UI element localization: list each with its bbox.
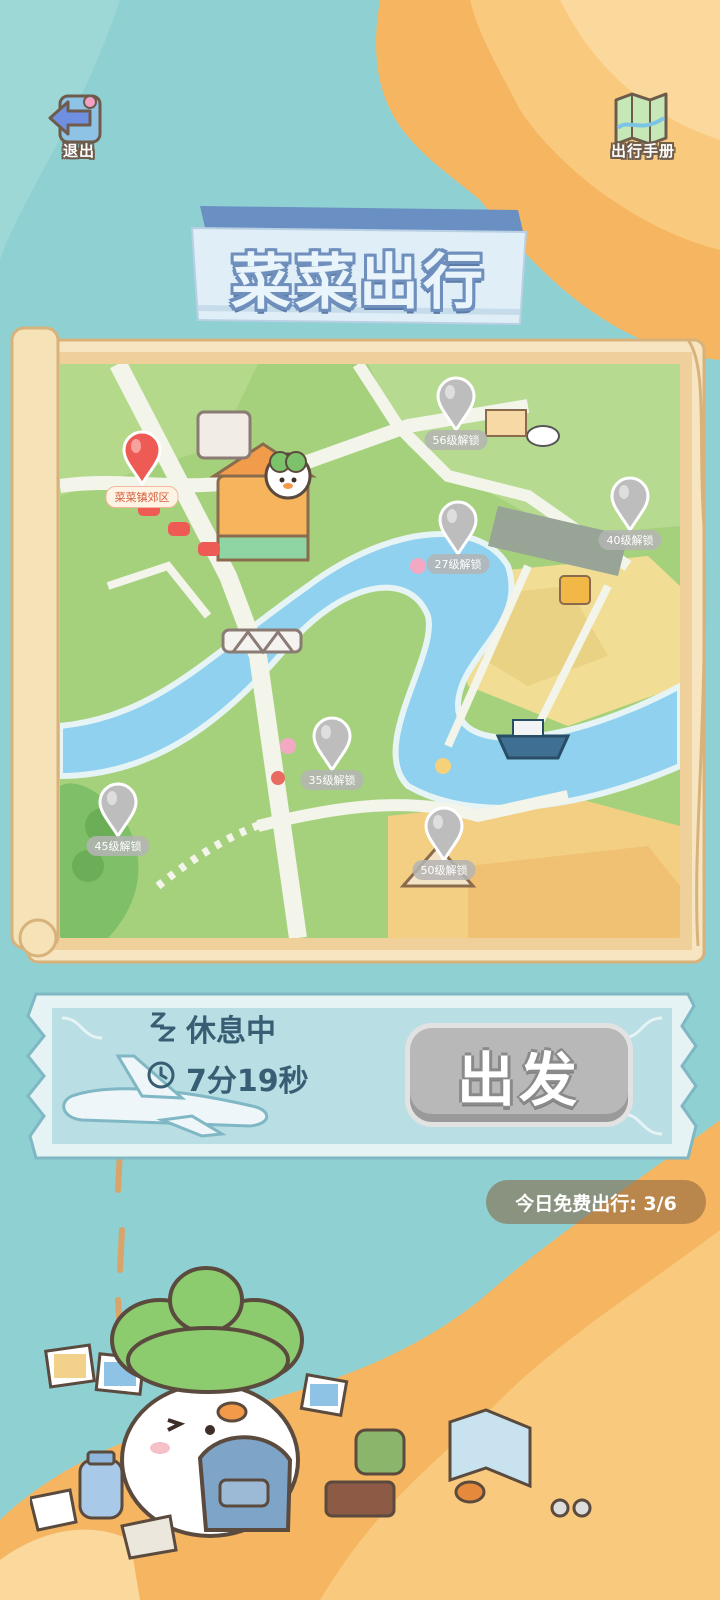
map-pin-locked[interactable] bbox=[608, 476, 652, 532]
locked-spot-label: 40级解锁 bbox=[598, 530, 662, 550]
clock-icon bbox=[147, 1061, 175, 1089]
map-pin-current-location[interactable] bbox=[120, 430, 164, 486]
locked-spot-label: 35级解锁 bbox=[300, 770, 364, 790]
locked-spot-label: 50级解锁 bbox=[412, 860, 476, 880]
map-pin-locked[interactable] bbox=[436, 500, 480, 556]
rest-timer: 7分19秒 bbox=[186, 1064, 309, 1099]
travel-guide-button[interactable]: 出行手册 bbox=[598, 88, 688, 174]
rest-status-text: 休息中 bbox=[186, 1014, 276, 1049]
page-title: 菜菜出行 bbox=[231, 248, 487, 318]
sleep-zzz-icon bbox=[150, 1012, 176, 1042]
map-pin-locked[interactable] bbox=[422, 806, 466, 862]
title-banner: 菜菜出行 bbox=[186, 196, 532, 336]
mascot-scene bbox=[30, 1266, 592, 1560]
exit-label: 退出 bbox=[62, 142, 95, 160]
map-pin-locked[interactable] bbox=[434, 376, 478, 432]
map-illustration bbox=[10, 326, 707, 964]
player-avatar-marker bbox=[264, 451, 312, 500]
locked-spot-label: 56级解锁 bbox=[424, 430, 488, 450]
world-map: 菜菜镇郊区 56级解锁 40级解锁 27级解锁 35级解锁 45级解锁 50级解… bbox=[8, 326, 712, 976]
travel-guide-label: 出行手册 bbox=[610, 142, 675, 160]
map-pin-locked[interactable] bbox=[310, 716, 354, 772]
locked-spot-label: 27级解锁 bbox=[426, 554, 490, 574]
free-trips-counter: 今日免费出行: 3/6 bbox=[486, 1180, 706, 1224]
current-location-label: 菜菜镇郊区 bbox=[105, 486, 179, 508]
locked-spot-label: 45级解锁 bbox=[86, 836, 150, 856]
depart-button[interactable]: 出发 bbox=[410, 1028, 628, 1122]
map-pin-locked[interactable] bbox=[96, 782, 140, 838]
exit-button[interactable]: 退出 bbox=[34, 88, 124, 174]
